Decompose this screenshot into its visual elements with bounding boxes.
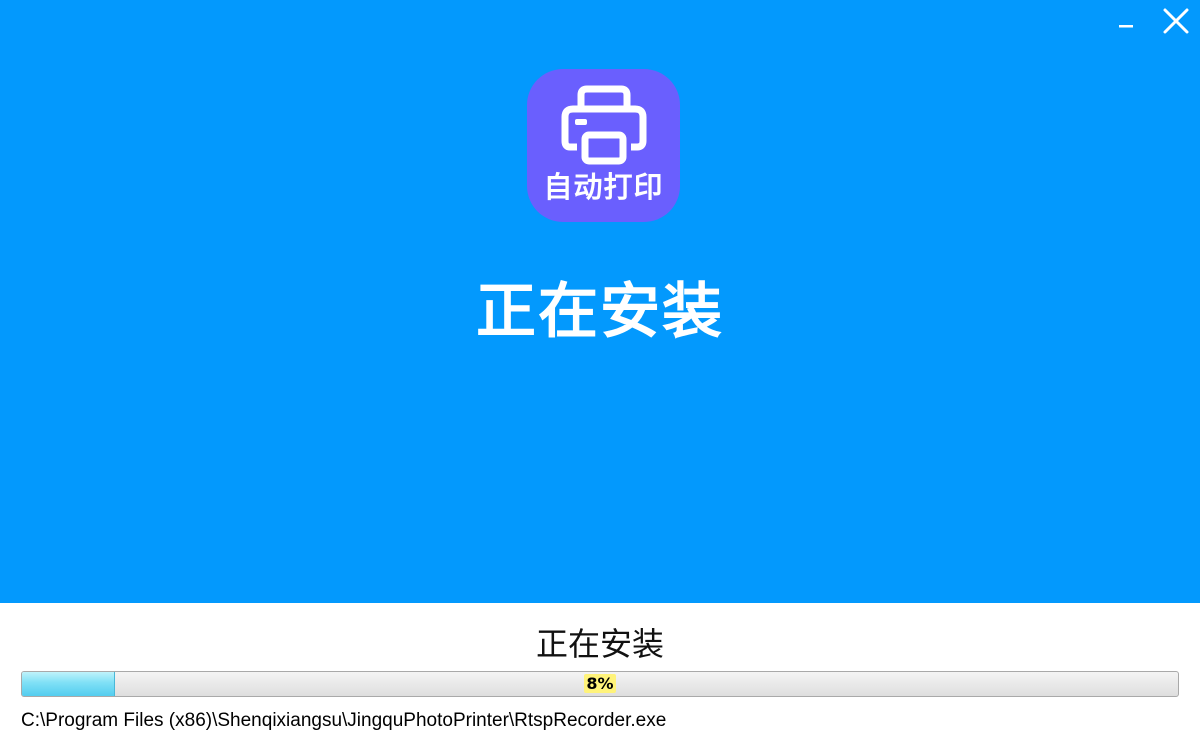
page-title: 正在安装 — [476, 277, 724, 347]
app-icon-label: 自动打印 — [543, 170, 664, 204]
minimize-icon — [1119, 25, 1133, 28]
installer-window: 自动打印 正在安装 正在安装 8% C:\Program Files (x86)… — [0, 0, 1200, 755]
progress-percent-text: 8% — [584, 674, 616, 693]
printer-icon — [561, 85, 647, 165]
install-progress-bar: 8% — [21, 671, 1179, 697]
minimize-button[interactable] — [1108, 4, 1144, 40]
app-icon: 自动打印 — [527, 69, 680, 222]
current-file-path: C:\Program Files (x86)\Shenqixiangsu\Jin… — [21, 710, 667, 731]
progress-label: 8% — [22, 672, 1178, 696]
close-icon — [1163, 8, 1189, 34]
install-status-text: 正在安装 — [535, 625, 664, 663]
hero-panel: 自动打印 正在安装 — [0, 0, 1200, 603]
close-button[interactable] — [1158, 4, 1194, 40]
